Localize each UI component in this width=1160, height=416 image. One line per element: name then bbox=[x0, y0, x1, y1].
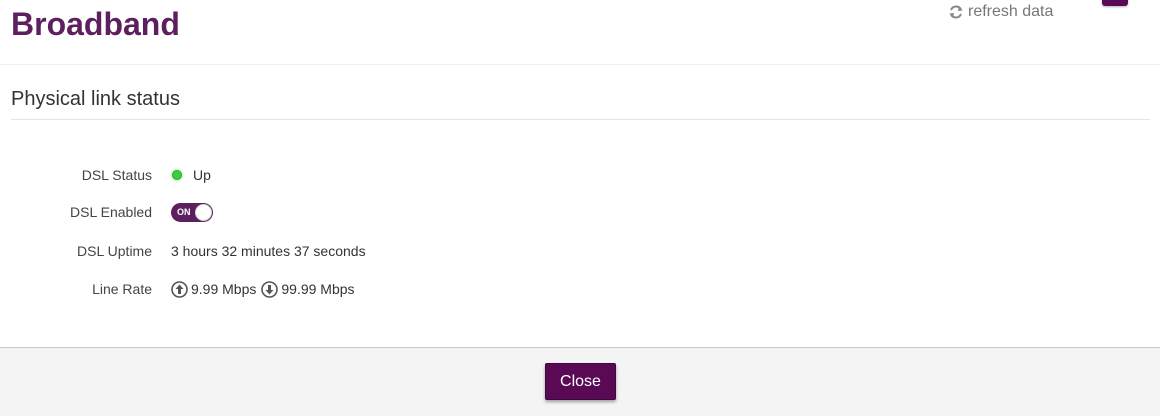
line-rate-value: 9.99 Mbps 99.99 Mbps bbox=[171, 280, 355, 298]
dsl-uptime-label: DSL Uptime bbox=[77, 243, 152, 259]
refresh-data-label: refresh data bbox=[968, 3, 1054, 20]
dsl-enabled-toggle[interactable]: ON bbox=[171, 202, 213, 222]
arrow-up-circle-icon bbox=[171, 280, 188, 298]
dsl-enabled-row: DSL Enabled ON bbox=[0, 202, 213, 222]
close-button[interactable]: Close bbox=[545, 363, 616, 400]
toggle-knob bbox=[195, 203, 212, 221]
modal-footer: Close bbox=[0, 347, 1160, 416]
refresh-icon bbox=[948, 4, 964, 20]
dsl-status-text: Up bbox=[193, 167, 211, 183]
header-corner-button[interactable] bbox=[1102, 0, 1128, 6]
status-indicator-icon bbox=[172, 170, 182, 180]
toggle-on-text: ON bbox=[177, 206, 191, 217]
dsl-enabled-value: ON bbox=[171, 202, 213, 222]
dsl-enabled-label: DSL Enabled bbox=[70, 204, 152, 220]
dsl-status-value: Up bbox=[171, 167, 211, 183]
line-rate-row: Line Rate 9.99 Mbps 99.99 Mbps bbox=[0, 279, 355, 299]
dsl-status-label: DSL Status bbox=[81, 167, 152, 183]
arrow-down-circle-icon bbox=[261, 280, 279, 298]
upload-rate: 9.99 Mbps bbox=[191, 281, 257, 297]
section-title: Physical link status bbox=[11, 88, 180, 110]
page-title: Broadband bbox=[11, 6, 180, 42]
line-rate-label: Line Rate bbox=[92, 281, 152, 297]
dsl-uptime-value: 3 hours 32 minutes 37 seconds bbox=[171, 243, 366, 259]
refresh-data-button[interactable]: refresh data bbox=[948, 2, 1053, 22]
broadband-modal: Broadband refresh data Physical link sta… bbox=[0, 0, 1160, 416]
dsl-status-row: DSL Status Up bbox=[0, 165, 211, 185]
section-divider bbox=[11, 119, 1150, 120]
dsl-uptime-row: DSL Uptime 3 hours 32 minutes 37 seconds bbox=[0, 241, 366, 261]
download-rate: 99.99 Mbps bbox=[281, 281, 355, 297]
modal-header: Broadband refresh data bbox=[0, 0, 1160, 65]
